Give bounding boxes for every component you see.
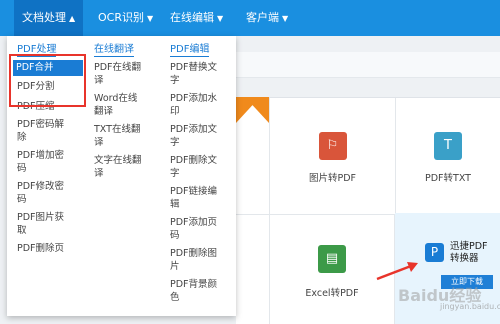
tool-cell-blank bbox=[236, 214, 270, 324]
menu-item-pdf-change-password-wrap[interactable]: 码 bbox=[17, 193, 27, 206]
menu-item-pdf-delete-pages[interactable]: PDF删除页 bbox=[17, 242, 64, 255]
nav-ocr[interactable]: OCR识别 ▼ bbox=[90, 0, 161, 36]
promo-title-line: 迅捷PDF bbox=[450, 241, 488, 252]
heading-text: PDF编辑 bbox=[170, 44, 210, 55]
menu-item-pdf-replace-text-wrap[interactable]: 字 bbox=[170, 74, 180, 87]
menu-item-pdf-background-color-wrap[interactable]: 色 bbox=[170, 291, 180, 304]
menu-item-pdf-encrypt-wrap[interactable]: 码 bbox=[17, 162, 27, 175]
menu-item-pdf-extract-images[interactable]: PDF图片获 bbox=[17, 211, 64, 224]
chevron-down-icon: ▼ bbox=[146, 14, 154, 23]
menu-item-pdf-delete-images[interactable]: PDF删除图 bbox=[170, 247, 217, 260]
menu-item-pdf-delete-text-wrap[interactable]: 字 bbox=[170, 167, 180, 180]
tool-label: Excel转PDF bbox=[305, 288, 359, 299]
tool-image-to-pdf[interactable]: ⚐ 图片转PDF bbox=[270, 98, 396, 214]
nav-label: 在线编辑 bbox=[170, 11, 214, 24]
menu-item-pdf-add-text[interactable]: PDF添加文 bbox=[170, 123, 217, 136]
menu-item-pdf-translate[interactable]: PDF在线翻 bbox=[94, 61, 141, 74]
heading-text: 在线翻译 bbox=[94, 44, 134, 55]
promo-title-line: 转换器 bbox=[450, 253, 479, 264]
red-arrow-icon bbox=[376, 262, 418, 281]
hot-ribbon-icon bbox=[245, 97, 269, 123]
nav-client[interactable]: 客户端 ▼ bbox=[238, 0, 296, 36]
menu-item-pdf-delete-text[interactable]: PDF删除文 bbox=[170, 154, 217, 167]
column-heading-translation: 在线翻译 bbox=[94, 40, 134, 57]
promo-title: 迅捷PDF 转换器 bbox=[450, 241, 488, 265]
menu-item-pdf-extract-images-wrap[interactable]: 取 bbox=[17, 224, 27, 237]
tool-pdf-to-txt[interactable]: T PDF转TXT bbox=[396, 98, 500, 214]
menu-item-pdf-edit-links[interactable]: PDF链接编 bbox=[170, 185, 217, 198]
nav-online-edit[interactable]: 在线编辑 ▼ bbox=[162, 0, 231, 36]
highlight-box bbox=[9, 54, 86, 107]
menu-item-pdf-add-watermark[interactable]: PDF添加水 bbox=[170, 92, 217, 105]
nav-label: 文档处理 bbox=[22, 11, 66, 24]
menu-item-pdf-edit-links-wrap[interactable]: 辑 bbox=[170, 198, 180, 211]
menu-item-pdf-background-color[interactable]: PDF背景颜 bbox=[170, 278, 217, 291]
menu-item-pdf-decrypt[interactable]: PDF密码解 bbox=[17, 118, 64, 131]
menu-item-pdf-replace-text[interactable]: PDF替换文 bbox=[170, 61, 217, 74]
menu-item-pdf-add-page-numbers-wrap[interactable]: 码 bbox=[170, 229, 180, 242]
menu-item-pdf-translate-wrap[interactable]: 译 bbox=[94, 74, 104, 87]
menu-item-txt-translate-wrap[interactable]: 译 bbox=[94, 136, 104, 149]
chevron-down-icon: ▼ bbox=[217, 14, 224, 23]
nav-label: 客户端 bbox=[246, 11, 279, 24]
menu-item-pdf-change-password[interactable]: PDF修改密 bbox=[17, 180, 64, 193]
menu-item-pdf-encrypt[interactable]: PDF增加密 bbox=[17, 149, 64, 162]
menu-item-text-translate[interactable]: 文字在线翻 bbox=[94, 154, 142, 167]
chevron-up-icon: ▲ bbox=[69, 14, 76, 23]
column-heading-pdf-processing: PDF处理 bbox=[17, 40, 57, 57]
column-heading-pdf-edit: PDF编辑 bbox=[170, 40, 210, 57]
menu-item-pdf-decrypt-wrap[interactable]: 除 bbox=[17, 131, 27, 144]
nav-label: OCR识别 bbox=[98, 11, 144, 24]
menu-item-pdf-add-text-wrap[interactable]: 字 bbox=[170, 136, 180, 149]
menu-item-word-translate[interactable]: Word在线 bbox=[94, 92, 137, 105]
pdf-icon: ⚐ bbox=[318, 132, 347, 160]
excel-icon: ▤ bbox=[318, 245, 346, 273]
menu-item-txt-translate[interactable]: TXT在线翻 bbox=[94, 123, 140, 136]
menu-item-pdf-add-watermark-wrap[interactable]: 印 bbox=[170, 105, 180, 118]
text-icon: T bbox=[434, 132, 462, 160]
top-nav: 文档处理 ▲ OCR识别 ▼ 在线编辑 ▼ 客户端 ▼ bbox=[0, 0, 500, 36]
app-logo-icon: P bbox=[425, 243, 444, 262]
menu-item-text-translate-wrap[interactable]: 译 bbox=[94, 167, 104, 180]
nav-document-processing[interactable]: 文档处理 ▲ bbox=[14, 0, 84, 36]
menu-item-pdf-add-page-numbers[interactable]: PDF添加页 bbox=[170, 216, 217, 229]
menu-item-word-translate-wrap[interactable]: 翻译 bbox=[94, 105, 113, 118]
watermark-url: jingyan.baidu.com bbox=[440, 302, 500, 311]
menu-item-pdf-delete-images-wrap[interactable]: 片 bbox=[170, 260, 180, 273]
tool-label: PDF转TXT bbox=[425, 173, 471, 184]
document-processing-dropdown: PDF处理 在线翻译 PDF编辑 PDF合并 PDF分割 PDF压缩 PDF密码… bbox=[7, 36, 236, 316]
tool-label: 图片转PDF bbox=[308, 173, 356, 184]
search-strip bbox=[236, 52, 500, 78]
chevron-down-icon: ▼ bbox=[282, 14, 289, 23]
